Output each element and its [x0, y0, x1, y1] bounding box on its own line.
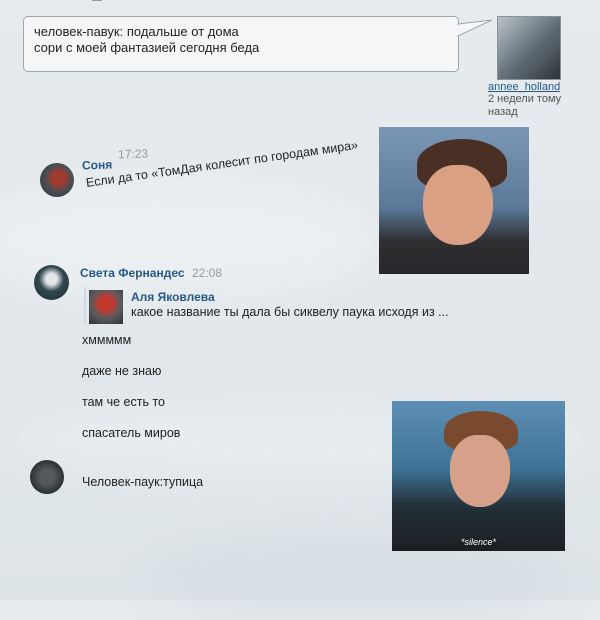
note-author-avatar[interactable]: [497, 16, 561, 80]
photo-face: [450, 435, 510, 507]
sveta-avatar[interactable]: [34, 265, 69, 300]
sonya-author-name[interactable]: Соня: [82, 157, 113, 172]
sveta-line-4: спасатель миров: [82, 426, 181, 440]
sonya-message-text: Если да то «ТомДая колесит по городам ми…: [85, 137, 359, 190]
quote-bar: [84, 287, 86, 325]
note-bubble: человек-павук: подальше от дома сори с м…: [23, 16, 459, 72]
sonya-avatar[interactable]: [40, 163, 74, 197]
sveta-line-2: даже не знаю: [82, 364, 162, 378]
tom-photo-2: *silence*: [392, 401, 565, 551]
quoted-message-text[interactable]: какое название ты дала бы сиквелу паука …: [131, 305, 449, 319]
note-author-username[interactable]: annee_holland: [488, 81, 560, 93]
sveta-message-time: 22:08: [192, 266, 223, 280]
bubble-tail: [455, 19, 493, 37]
background-smear: [150, 540, 570, 620]
note-timestamp: 2 недели тому назад: [488, 93, 562, 118]
tom-photo-1: [379, 127, 529, 274]
sonya-message-time: 17:23: [117, 146, 149, 162]
quoted-author-avatar[interactable]: [89, 290, 123, 324]
quoted-author-name[interactable]: Аля Яковлева: [131, 290, 215, 304]
sveta-line-1: хммммм: [82, 333, 132, 347]
sveta-line-3: там че есть то: [82, 395, 165, 409]
photo-caption: *silence*: [460, 537, 497, 547]
reply-avatar[interactable]: [30, 460, 64, 494]
photo-face: [423, 165, 493, 245]
reply-message-text: Человек-паук:тупица: [82, 475, 204, 489]
divider: [92, 0, 102, 1]
note-line-2: сори с моей фантазией сегодня беда: [34, 40, 260, 55]
sveta-author-name[interactable]: Света Фернандес: [80, 266, 185, 280]
note-line-1: человек-павук: подальше от дома: [34, 24, 239, 39]
